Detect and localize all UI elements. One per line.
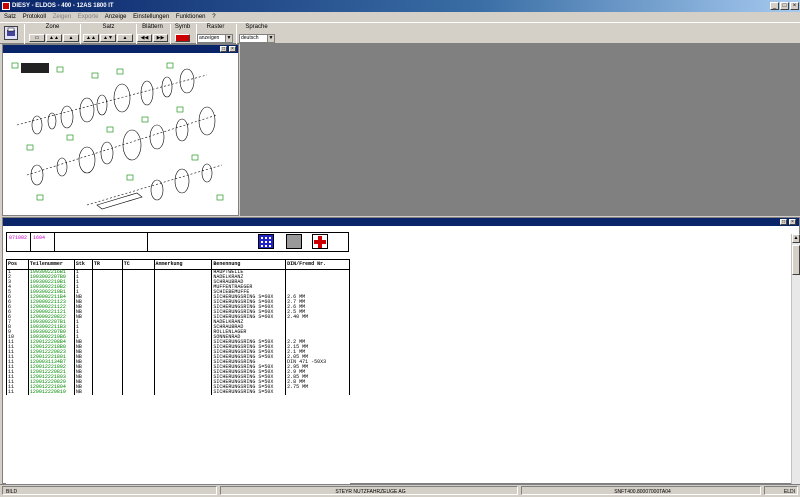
status-company: STEYR NUTZFAHRZEUGE AG <box>220 486 518 495</box>
menu-funktionen[interactable]: Funktionen <box>176 14 206 20</box>
app-icon <box>2 2 10 10</box>
parts-close-button[interactable]: × <box>789 219 796 225</box>
status-left: BILD <box>2 486 217 495</box>
menu-bar: Satz Protokoll Zeigen Exporte Anzeige Ei… <box>0 12 800 22</box>
cell-anmerkung <box>153 390 213 395</box>
title-bar: DIESY - ELDOS - 400 - 12AS 1800 IT <box>0 0 800 12</box>
sprache-select[interactable]: deutsch ▼ <box>239 34 275 43</box>
cell-tr <box>91 390 123 395</box>
toolbar: Zone ▭ ▲▲ ▲ Satz ▲▲ ▲▼ ▲ Blättern ◀◀ ▶▶ … <box>0 22 800 44</box>
symb-label: Symb <box>174 24 191 30</box>
table-header-row: Pos Teilenummer Stk TR TC Anmerkung Bene… <box>6 259 350 270</box>
close-button[interactable]: × <box>790 2 799 10</box>
zone-label: Zone <box>45 24 60 30</box>
raster-label: Raster <box>206 24 225 30</box>
empty-workspace <box>240 44 800 216</box>
calculator-icon[interactable] <box>286 234 302 249</box>
cell-teilenummer[interactable]: 129012220819 <box>27 390 75 395</box>
red-cross-icon[interactable] <box>312 234 328 249</box>
sprache-label: Sprache <box>245 24 268 30</box>
satz-button-2[interactable]: ▲▼ <box>100 34 116 42</box>
grid-view-icon[interactable] <box>258 234 274 249</box>
menu-help[interactable]: ? <box>212 14 215 20</box>
col-din[interactable]: DIN/Fremd Nr. <box>285 259 350 270</box>
cell-benennung: SICHERUNGSRING S=50X <box>211 390 287 395</box>
menu-satz[interactable]: Satz <box>4 14 16 20</box>
sprache-value: deutsch <box>241 35 259 41</box>
zone-button-1[interactable]: ▭ <box>29 34 45 42</box>
status-mode: ELDI <box>764 486 798 495</box>
raster-value: anzeigen <box>199 35 220 41</box>
col-pos[interactable]: Pos <box>6 259 29 270</box>
zone-group: Zone ▭ ▲▲ ▲ <box>24 24 80 44</box>
cell-din <box>285 390 350 395</box>
cell-stk: NB <box>73 390 93 395</box>
menu-zeigen: Zeigen <box>52 14 72 20</box>
status-bar: BILD STEYR NUTZFAHRZEUGE AG SNFT400.8000… <box>0 484 800 495</box>
raster-group: Raster anzeigen ▼ <box>196 24 234 44</box>
symb-group: Symb <box>170 24 194 44</box>
scroll-up-button[interactable]: ▲ <box>792 234 800 243</box>
menu-protokoll[interactable]: Protokoll <box>23 14 46 20</box>
chevron-down-icon[interactable]: ▼ <box>225 35 232 42</box>
drawing-close-button[interactable]: × <box>229 46 236 52</box>
cell-pos: 11 <box>6 390 29 395</box>
minimize-button[interactable]: _ <box>770 2 779 10</box>
parts-table-container: Pos Teilenummer Stk TR TC Anmerkung Bene… <box>6 259 350 484</box>
satz-button-1[interactable]: ▲▲ <box>83 34 99 42</box>
scroll-thumb[interactable] <box>792 245 800 275</box>
next-button[interactable]: ▶▶ <box>153 34 168 42</box>
zone-button-3[interactable]: ▲ <box>63 34 79 42</box>
vertical-scrollbar[interactable]: ▲ <box>791 234 800 484</box>
sprache-group: Sprache deutsch ▼ <box>236 24 276 44</box>
info-sub-number: 1604 <box>31 233 55 251</box>
satz-label: Satz <box>102 24 115 30</box>
info-bar: 071002 1604 <box>6 232 349 252</box>
table-row[interactable]: 11 129012220819 NB SICHERUNGSRING S=50X <box>6 390 350 395</box>
col-stk[interactable]: Stk <box>73 259 93 270</box>
zone-button-2[interactable]: ▲▲ <box>46 34 62 42</box>
chevron-down-icon[interactable]: ▼ <box>267 35 274 42</box>
col-anmerkung[interactable]: Anmerkung <box>153 259 213 270</box>
menu-exporte: Exporte <box>77 14 99 20</box>
blaettern-group: Blättern ◀◀ ▶▶ <box>136 24 168 44</box>
col-benennung[interactable]: Benennung <box>211 259 287 270</box>
drawing-restore-button[interactable]: □ <box>220 46 227 52</box>
maximize-button[interactable]: □ <box>780 2 789 10</box>
exploded-drawing[interactable] <box>7 55 235 213</box>
parts-restore-button[interactable]: □ <box>780 219 787 225</box>
col-tr[interactable]: TR <box>91 259 123 270</box>
cell-tc <box>121 390 155 395</box>
menu-einstellungen[interactable]: Einstellungen <box>133 14 169 20</box>
window-title: DIESY - ELDOS - 400 - 12AS 1800 IT <box>12 3 114 9</box>
raster-select[interactable]: anzeigen ▼ <box>197 34 233 43</box>
parts-window-titlebar <box>3 218 799 226</box>
menu-anzeige[interactable]: Anzeige <box>105 14 127 20</box>
symbol-button[interactable] <box>175 34 190 42</box>
drawing-window: □ × <box>2 44 239 216</box>
blaettern-label: Blättern <box>142 24 163 30</box>
drawing-window-titlebar <box>3 45 238 53</box>
satz-group: Satz ▲▲ ▲▼ ▲ <box>80 24 136 44</box>
satz-button-3[interactable]: ▲ <box>117 34 133 42</box>
col-tc[interactable]: TC <box>121 259 155 270</box>
print-icon[interactable] <box>4 26 18 40</box>
parts-table: Pos Teilenummer Stk TR TC Anmerkung Bene… <box>6 259 350 395</box>
info-empty-cell <box>55 233 148 251</box>
prev-button[interactable]: ◀◀ <box>137 34 152 42</box>
status-doc-id: SNFT400.80007000TA04 <box>521 486 761 495</box>
info-group-number: 071002 <box>7 233 31 251</box>
col-teilenummer[interactable]: Teilenummer <box>27 259 75 270</box>
